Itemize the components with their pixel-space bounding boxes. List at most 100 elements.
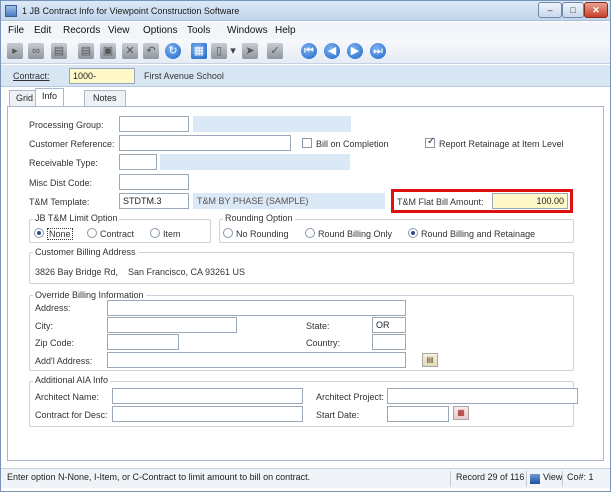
processing-group-field[interactable] [119,116,189,132]
override-city-label: City: [35,321,53,331]
menu-options[interactable]: Options [143,25,177,36]
bill-on-completion-checkbox[interactable] [302,138,312,148]
contract-description: First Avenue School [144,71,224,81]
search-records-icon[interactable]: ∞ [28,43,44,59]
app-icon [5,5,17,17]
contract-label: Contract: [13,71,50,81]
tab-notes[interactable]: Notes [84,90,126,106]
toolbar: ▸ ∞ ▤ ▤ ▣ ✕ ↶ ↻ ▦ ▯ ▾ ➤ ✓ ⏮ ◀ ▶ ⏭ [1,39,610,64]
status-separator [526,471,527,487]
save-icon[interactable]: ▣ [100,43,116,59]
refresh-icon[interactable]: ↻ [165,43,181,59]
print2-icon[interactable]: ▤ [78,43,94,59]
status-separator [562,471,563,487]
override-addl-address-label: Add'l Address: [35,356,93,366]
customer-billing-address: 3826 Bay Bridge Rd, [35,267,119,277]
limit-contract-label: Contract [100,229,135,239]
override-country-field[interactable] [372,334,406,350]
rounding-option-title: Rounding Option [223,213,295,223]
tools-icon[interactable]: ➤ [242,43,258,59]
menu-windows[interactable]: Windows [227,25,268,36]
print-icon[interactable]: ▤ [51,43,67,59]
first-record-icon[interactable]: ⏮ [301,43,317,59]
address-lookup-icon[interactable]: ▤ [422,353,438,367]
status-message: Enter option N-None, I-Item, or C-Contra… [7,472,311,482]
menu-records[interactable]: Records [63,25,100,36]
bill-on-completion-label: Bill on Completion [316,139,389,149]
contract-field[interactable]: 1000- [69,68,135,84]
menu-help[interactable]: Help [275,25,296,36]
tm-flat-bill-field[interactable]: 100.00 [492,193,568,209]
customer-reference-label: Customer Reference: [29,139,115,149]
architect-project-label: Architect Project: [316,392,385,402]
spellcheck-icon[interactable]: ✓ [267,43,283,59]
architect-name-field[interactable] [112,388,303,404]
calculator-icon[interactable]: ▦ [191,43,207,59]
maximize-button[interactable]: □ [562,2,584,18]
menu-tools[interactable]: Tools [187,25,210,36]
override-state-field[interactable]: OR [372,317,406,333]
start-date-field[interactable] [387,406,449,422]
contract-bar: Contract: 1000- First Avenue School [1,65,610,87]
override-country-label: Country: [306,338,341,348]
override-address-label: Address: [35,303,71,313]
round-billing-retainage-label: Round Billing and Retainage [421,229,536,239]
customer-reference-field[interactable] [119,135,291,151]
override-billing-title: Override Billing Information [33,290,146,300]
override-city-field[interactable] [107,317,237,333]
override-zip-field[interactable] [107,334,179,350]
menu-bar: File Edit Records View Options Tools Win… [1,22,610,39]
delete-icon[interactable]: ✕ [122,43,138,59]
no-rounding-radio[interactable] [223,228,233,238]
tm-flat-bill-label: T&M Flat Bill Amount: [397,197,484,207]
report-retainage-checkbox[interactable] [425,136,435,148]
receivable-type-desc [160,154,350,170]
menu-view[interactable]: View [108,25,130,36]
customer-billing-city-state-zip: San Francisco, CA 93261 US [128,267,246,277]
prev-record-icon[interactable]: ◀ [324,43,340,59]
processing-group-desc [193,116,351,132]
tab-info[interactable]: Info [35,88,65,106]
round-billing-only-radio[interactable] [305,228,315,238]
misc-dist-code-label: Misc Dist Code: [29,178,93,188]
limit-none-radio[interactable] [34,228,44,238]
report-retainage-label: Report Retainage at Item Level [439,139,564,149]
limit-none-label: None [47,228,73,240]
limit-item-radio[interactable] [150,228,160,238]
limit-option-title: JB T&M Limit Option [33,213,120,223]
company-label: Co#: 1 [567,472,594,482]
architect-name-label: Architect Name: [35,392,100,402]
limit-contract-radio[interactable] [87,228,97,238]
app-window: 1 JB Contract Info for Viewpoint Constru… [0,0,611,492]
limit-item-label: Item [163,229,181,239]
attachment-icon[interactable]: ▯ [211,43,227,59]
no-rounding-label: No Rounding [236,229,289,239]
override-addl-address-field[interactable] [107,352,406,368]
round-billing-retainage-radio[interactable] [408,228,418,238]
record-counter: Record 29 of 116 [456,472,525,482]
receivable-type-field[interactable] [119,154,157,170]
menu-edit[interactable]: Edit [34,25,51,36]
next-record-icon[interactable]: ▶ [347,43,363,59]
view-label[interactable]: View [543,472,562,486]
customer-billing-title: Customer Billing Address [33,247,138,257]
contract-desc-field[interactable] [112,406,303,422]
minimize-button[interactable]: – [538,2,562,18]
view-icon [530,474,540,484]
undo-icon[interactable]: ↶ [143,43,159,59]
tab-strip: Grid Info Notes [1,88,610,106]
close-button[interactable]: ✕ [584,2,608,18]
dropdown-arrow-icon[interactable]: ▾ [229,43,237,59]
calendar-icon[interactable]: ▦ [453,406,469,420]
last-record-icon[interactable]: ⏭ [370,43,386,59]
misc-dist-code-field[interactable] [119,174,189,190]
override-address-field[interactable] [107,300,406,316]
tm-template-label: T&M Template: [29,197,90,207]
override-zip-label: Zip Code: [35,338,75,348]
menu-file[interactable]: File [8,25,24,36]
open-icon[interactable]: ▸ [7,43,23,59]
round-billing-only-label: Round Billing Only [318,229,393,239]
architect-project-field[interactable] [387,388,578,404]
tm-template-field[interactable]: STDTM.3 [119,193,189,209]
tm-template-desc: T&M BY PHASE (SAMPLE) [193,193,385,209]
